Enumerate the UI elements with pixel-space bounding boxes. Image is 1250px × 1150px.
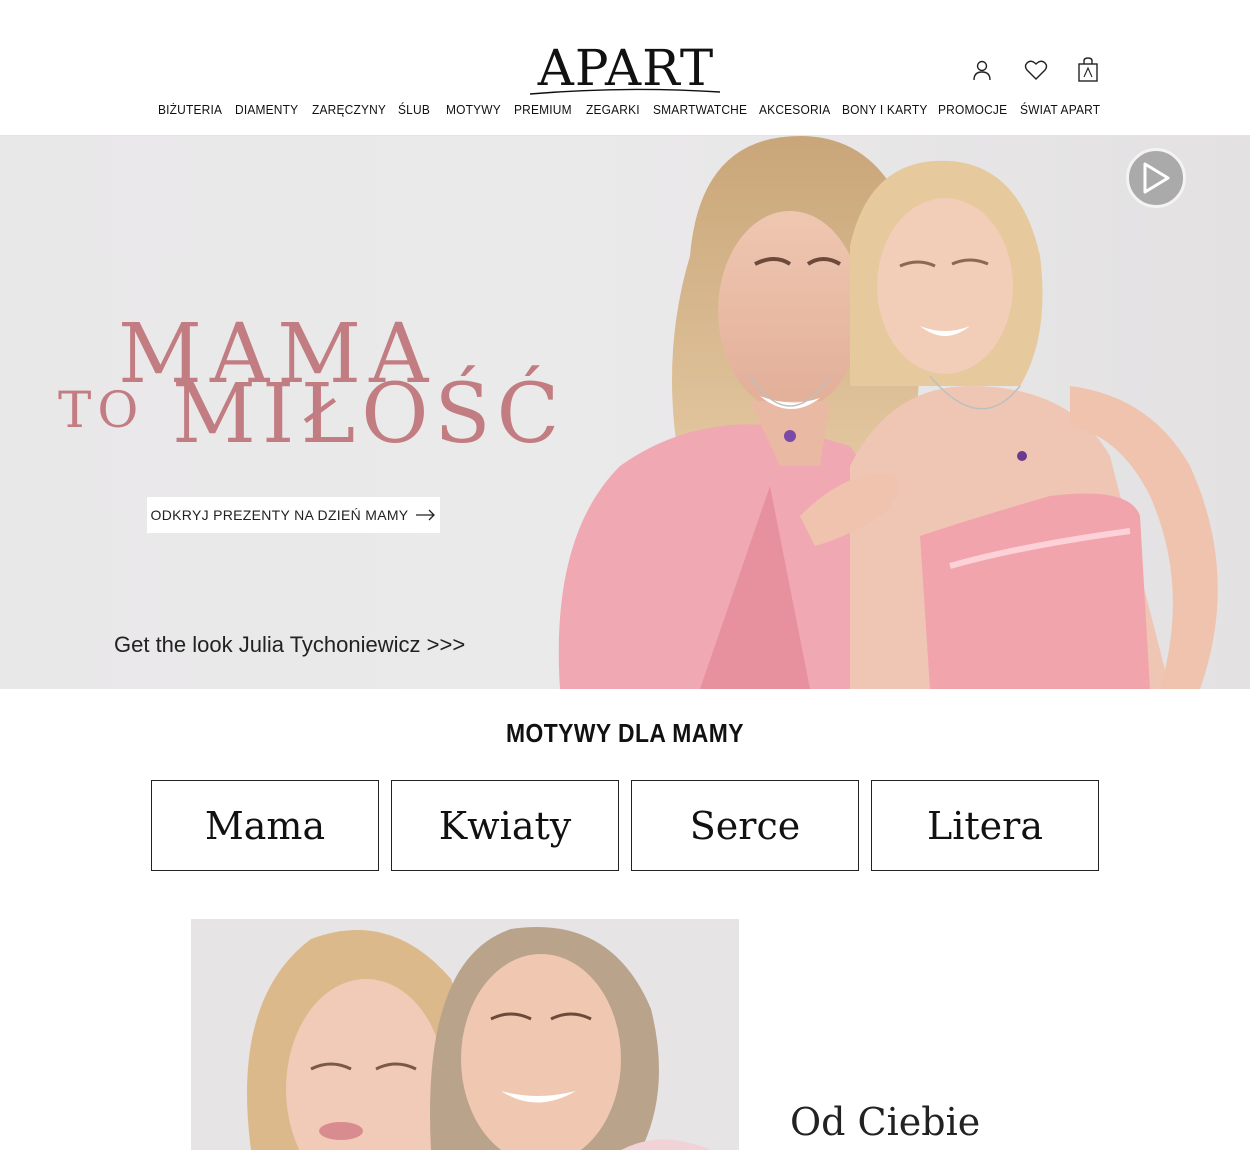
logo-swash bbox=[530, 88, 720, 95]
heart-icon[interactable] bbox=[1022, 56, 1050, 84]
shopping-bag-icon[interactable] bbox=[1074, 56, 1102, 84]
nav-item-akcesoria[interactable]: AKCESORIA bbox=[759, 102, 830, 117]
hero-cta-label: ODKRYJ PREZENTY NA DZIEŃ MAMY bbox=[150, 507, 409, 523]
hero-photo bbox=[558, 136, 1218, 689]
hero-banner[interactable]: MAMA TO MIŁOŚĆ ODKRYJ PREZENTY NA DZIEŃ … bbox=[0, 136, 1250, 689]
main-nav: BIŻUTERIA DIAMENTY ZARĘCZYNY ŚLUB MOTYWY… bbox=[0, 102, 1250, 122]
play-video-button[interactable] bbox=[1126, 148, 1186, 208]
hero-cta-button[interactable]: ODKRYJ PREZENTY NA DZIEŃ MAMY bbox=[147, 497, 440, 533]
site-header: APART BIŻUTERIA DIAMENTY ZARĘCZYNY ŚLUB … bbox=[0, 0, 1250, 136]
lower-photo-art bbox=[247, 926, 711, 1150]
motif-tile-mama[interactable]: Mama bbox=[151, 780, 379, 871]
user-icon[interactable] bbox=[968, 56, 996, 84]
lower-section-heading: Od Ciebie bbox=[790, 1100, 981, 1144]
motif-tile-serce[interactable]: Serce bbox=[631, 780, 859, 871]
nav-item-zareczyny[interactable]: ZARĘCZYNY bbox=[312, 102, 386, 117]
hero-title-line2-small: TO bbox=[58, 381, 145, 439]
motif-tile-litera[interactable]: Litera bbox=[871, 780, 1099, 871]
nav-item-swiat-apart[interactable]: ŚWIAT APART bbox=[1020, 102, 1100, 117]
lower-promo-photo[interactable] bbox=[191, 919, 739, 1150]
motif-tile-kwiaty[interactable]: Kwiaty bbox=[391, 780, 619, 871]
nav-item-bizuteria[interactable]: BIŻUTERIA bbox=[158, 102, 222, 117]
nav-item-bony-i-karty[interactable]: BONY I KARTY bbox=[842, 102, 928, 117]
nav-item-zegarki[interactable]: ZEGARKI bbox=[586, 102, 640, 117]
nav-item-diamenty[interactable]: DIAMENTY bbox=[235, 102, 298, 117]
nav-item-motywy[interactable]: MOTYWY bbox=[446, 102, 501, 117]
nav-item-premium[interactable]: PREMIUM bbox=[514, 102, 572, 117]
nav-item-promocje[interactable]: PROMOCJE bbox=[938, 102, 1007, 117]
nav-item-slub[interactable]: ŚLUB bbox=[398, 102, 430, 117]
arrow-right-icon bbox=[416, 509, 436, 521]
nav-item-smartwatche[interactable]: SMARTWATCHE bbox=[653, 102, 747, 117]
get-the-look-link[interactable]: Get the look Julia Tychoniewicz >>> bbox=[114, 632, 465, 658]
hero-title-line2-large: MIŁOŚĆ bbox=[172, 367, 566, 462]
play-icon bbox=[1143, 162, 1170, 194]
motifs-section-title: MOTYWY DLA MAMY bbox=[506, 718, 744, 748]
